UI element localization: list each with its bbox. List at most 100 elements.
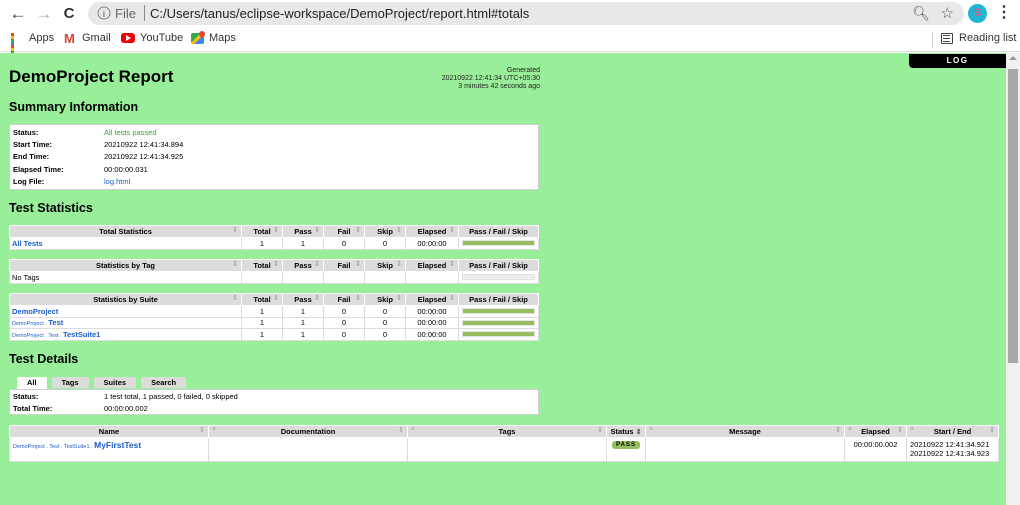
- sort-icon[interactable]: ⇕: [232, 260, 238, 268]
- table-row: DemoProject . Test 1 1 0 0 00:00:00: [9, 316, 539, 329]
- reading-list-button[interactable]: Reading list: [941, 32, 1016, 44]
- tab-all[interactable]: All: [17, 377, 47, 389]
- sort-icon[interactable]: ⇕: [232, 294, 238, 302]
- sort-icon[interactable]: ⇕: [396, 260, 402, 268]
- sort-icon[interactable]: ⇕: [396, 294, 402, 302]
- profile-avatar[interactable]: S: [968, 4, 987, 23]
- table-header: Name ⇕ × Documentation ⇕ × Tags ⇕ Status ⇕ × M…: [9, 425, 999, 438]
- column-header-name[interactable]: Name ⇕: [9, 425, 209, 438]
- sort-icon[interactable]: ⇕: [355, 260, 361, 268]
- column-header-documentation[interactable]: × Documentation ⇕: [208, 425, 408, 438]
- scroll-up-icon[interactable]: [1009, 56, 1017, 60]
- scrollbar-thumb[interactable]: [1008, 69, 1018, 363]
- url-text[interactable]: C:/Users/tanus/eclipse-workspace/DemoPro…: [150, 6, 529, 21]
- column-header[interactable]: Total ⇕: [241, 225, 283, 238]
- sort-icon[interactable]: ⇕: [314, 226, 320, 234]
- tab-suites[interactable]: Suites: [93, 377, 137, 388]
- column-header[interactable]: Total ⇕: [241, 259, 283, 272]
- summary-row-log: Log File: log.html: [10, 176, 183, 188]
- column-header-elapsed[interactable]: × Elapsed ⇕: [844, 425, 907, 438]
- hide-column-icon[interactable]: ×: [910, 426, 914, 433]
- bookmark-apps[interactable]: Apps: [11, 32, 54, 60]
- sort-icon[interactable]: ⇕: [897, 426, 903, 434]
- browser-menu-icon[interactable]: ⋮: [996, 3, 1012, 23]
- info-icon[interactable]: i: [97, 6, 111, 19]
- sort-icon[interactable]: ⇕: [449, 260, 455, 268]
- sort-icon[interactable]: ⇕: [597, 426, 603, 434]
- column-header[interactable]: Statistics by Suite ⇕: [9, 293, 242, 306]
- bookmark-label: Maps: [209, 32, 236, 44]
- bookmark-youtube[interactable]: YouTube: [121, 32, 183, 44]
- back-button[interactable]: ←: [8, 4, 28, 24]
- test-link[interactable]: DemoProject . Test . TestSuite1 . MyFirs…: [13, 440, 141, 450]
- column-header[interactable]: Fail ⇕: [323, 259, 365, 272]
- column-header: Pass / Fail / Skip: [458, 225, 539, 238]
- tab-search[interactable]: Search: [141, 377, 187, 388]
- sort-icon[interactable]: ⇕: [273, 294, 279, 302]
- bookmark-star-icon[interactable]: ☆: [941, 4, 954, 22]
- suite-link[interactable]: DemoProject . Test . TestSuite1: [12, 330, 100, 339]
- sort-icon[interactable]: ⇕: [989, 426, 995, 434]
- sort-icon[interactable]: ⇕: [398, 426, 404, 434]
- sort-icon[interactable]: ⇕: [314, 294, 320, 302]
- column-header: Pass / Fail / Skip: [458, 293, 539, 306]
- hide-column-icon[interactable]: ×: [848, 426, 852, 433]
- zoom-icon[interactable]: 🔍︎: [912, 5, 930, 22]
- column-header-tags[interactable]: × Tags ⇕: [407, 425, 607, 438]
- hide-column-icon[interactable]: ×: [649, 426, 653, 433]
- column-header[interactable]: Skip ⇕: [364, 259, 406, 272]
- page-scrollbar[interactable]: [1006, 53, 1020, 505]
- sort-icon[interactable]: ⇕: [232, 226, 238, 234]
- sort-icon[interactable]: ⇕: [273, 226, 279, 234]
- reload-button[interactable]: C: [59, 4, 79, 24]
- column-header[interactable]: Fail ⇕: [323, 225, 365, 238]
- bookmark-gmail[interactable]: M Gmail: [64, 32, 111, 45]
- sort-icon[interactable]: ⇕: [273, 260, 279, 268]
- tab-tags[interactable]: Tags: [51, 377, 89, 388]
- elapsed-cell: 00:00:00: [405, 328, 459, 341]
- sort-icon[interactable]: ⇕: [396, 226, 402, 234]
- sort-icon[interactable]: ⇕: [835, 426, 841, 434]
- sort-icon[interactable]: ⇕: [355, 226, 361, 234]
- column-header[interactable]: Total ⇕: [241, 293, 283, 306]
- sort-icon[interactable]: ⇕: [636, 429, 642, 436]
- sort-icon[interactable]: ⇕: [355, 294, 361, 302]
- fail-cell: 0: [323, 328, 365, 341]
- all-tests-link[interactable]: All Tests: [12, 239, 43, 248]
- column-header[interactable]: Pass ⇕: [282, 225, 324, 238]
- column-header[interactable]: Skip ⇕: [364, 225, 406, 238]
- column-header-start-end[interactable]: × Start / End ⇕: [906, 425, 999, 438]
- table-row: All Tests 1 1 0 0 00:00:00: [9, 237, 539, 250]
- log-link-button[interactable]: LOG: [909, 54, 1006, 68]
- hide-column-icon[interactable]: ×: [411, 426, 415, 433]
- column-header[interactable]: Statistics by Tag ⇕: [9, 259, 242, 272]
- sort-icon[interactable]: ⇕: [314, 260, 320, 268]
- column-header[interactable]: Elapsed ⇕: [405, 259, 459, 272]
- column-header[interactable]: Skip ⇕: [364, 293, 406, 306]
- column-header[interactable]: Fail ⇕: [323, 293, 365, 306]
- sort-icon[interactable]: ⇕: [449, 226, 455, 234]
- bookmark-maps[interactable]: Maps: [191, 32, 236, 44]
- forward-button[interactable]: →: [34, 4, 54, 24]
- sort-icon[interactable]: ⇕: [449, 294, 455, 302]
- column-header[interactable]: Elapsed ⇕: [405, 293, 459, 306]
- summary-row-status: Status: All tests passed: [10, 126, 183, 138]
- start-end-cell: 20210922 12:41:34.921 20210922 12:41:34.…: [906, 437, 999, 462]
- hide-column-icon[interactable]: ×: [212, 426, 216, 433]
- column-header[interactable]: Pass ⇕: [282, 259, 324, 272]
- details-summary-box: Status: 1 test total, 1 passed, 0 failed…: [9, 389, 539, 415]
- column-header[interactable]: Elapsed ⇕: [405, 225, 459, 238]
- sort-icon[interactable]: ⇕: [199, 426, 205, 434]
- suite-link[interactable]: DemoProject . Test: [12, 318, 63, 327]
- log-file-link[interactable]: log.html: [104, 177, 130, 186]
- table-header: Total Statistics ⇕ Total ⇕ Pass ⇕ Fail ⇕ …: [9, 225, 539, 238]
- column-header[interactable]: Total Statistics ⇕: [9, 225, 242, 238]
- table-header: Statistics by Suite ⇕ Total ⇕ Pass ⇕ Fail…: [9, 293, 539, 306]
- column-header-message[interactable]: × Message ⇕: [645, 425, 845, 438]
- column-header[interactable]: Pass ⇕: [282, 293, 324, 306]
- total-cell: 1: [241, 305, 283, 318]
- column-header-status[interactable]: Status ⇕: [606, 425, 646, 438]
- address-bar[interactable]: i File C:/Users/tanus/eclipse-workspace/…: [88, 2, 964, 25]
- suite-link[interactable]: DemoProject: [12, 307, 58, 316]
- fail-cell: 0: [323, 237, 365, 250]
